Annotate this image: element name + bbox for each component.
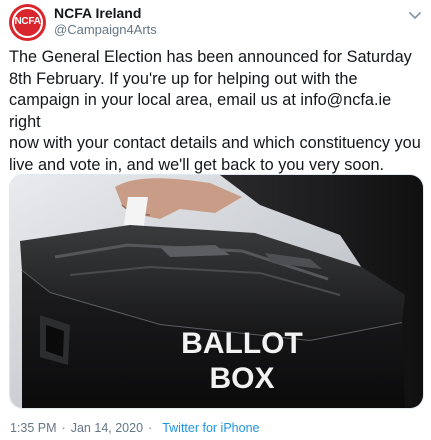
display-name[interactable]: NCFA Ireland (54, 5, 141, 21)
chevron-down-icon[interactable] (408, 8, 422, 19)
photo-label-ballot: BALLOT (181, 327, 303, 360)
user-handle[interactable]: @Campaign4Arts (54, 22, 157, 37)
tweet-time[interactable]: 1:35 PM (10, 421, 57, 435)
tweet-card: NCFA NCFA Ireland @Campaign4Arts The Gen… (0, 0, 431, 440)
photo-label-box: BOX (209, 362, 274, 395)
tweet-meta: 1:35 PM · Jan 14, 2020 · Twitter for iPhone (10, 421, 259, 435)
avatar-logo-text: NCFA (14, 16, 41, 27)
tweet-photo[interactable]: BALLOT BOX (9, 174, 424, 409)
tweet-source-link[interactable]: Twitter for iPhone (162, 421, 259, 435)
avatar[interactable]: NCFA (9, 4, 46, 41)
tweet-date[interactable]: Jan 14, 2020 (71, 421, 143, 435)
meta-separator: · (61, 421, 66, 435)
tweet-text: The General Election has been announced … (9, 48, 421, 174)
meta-separator-2: · (148, 421, 153, 435)
